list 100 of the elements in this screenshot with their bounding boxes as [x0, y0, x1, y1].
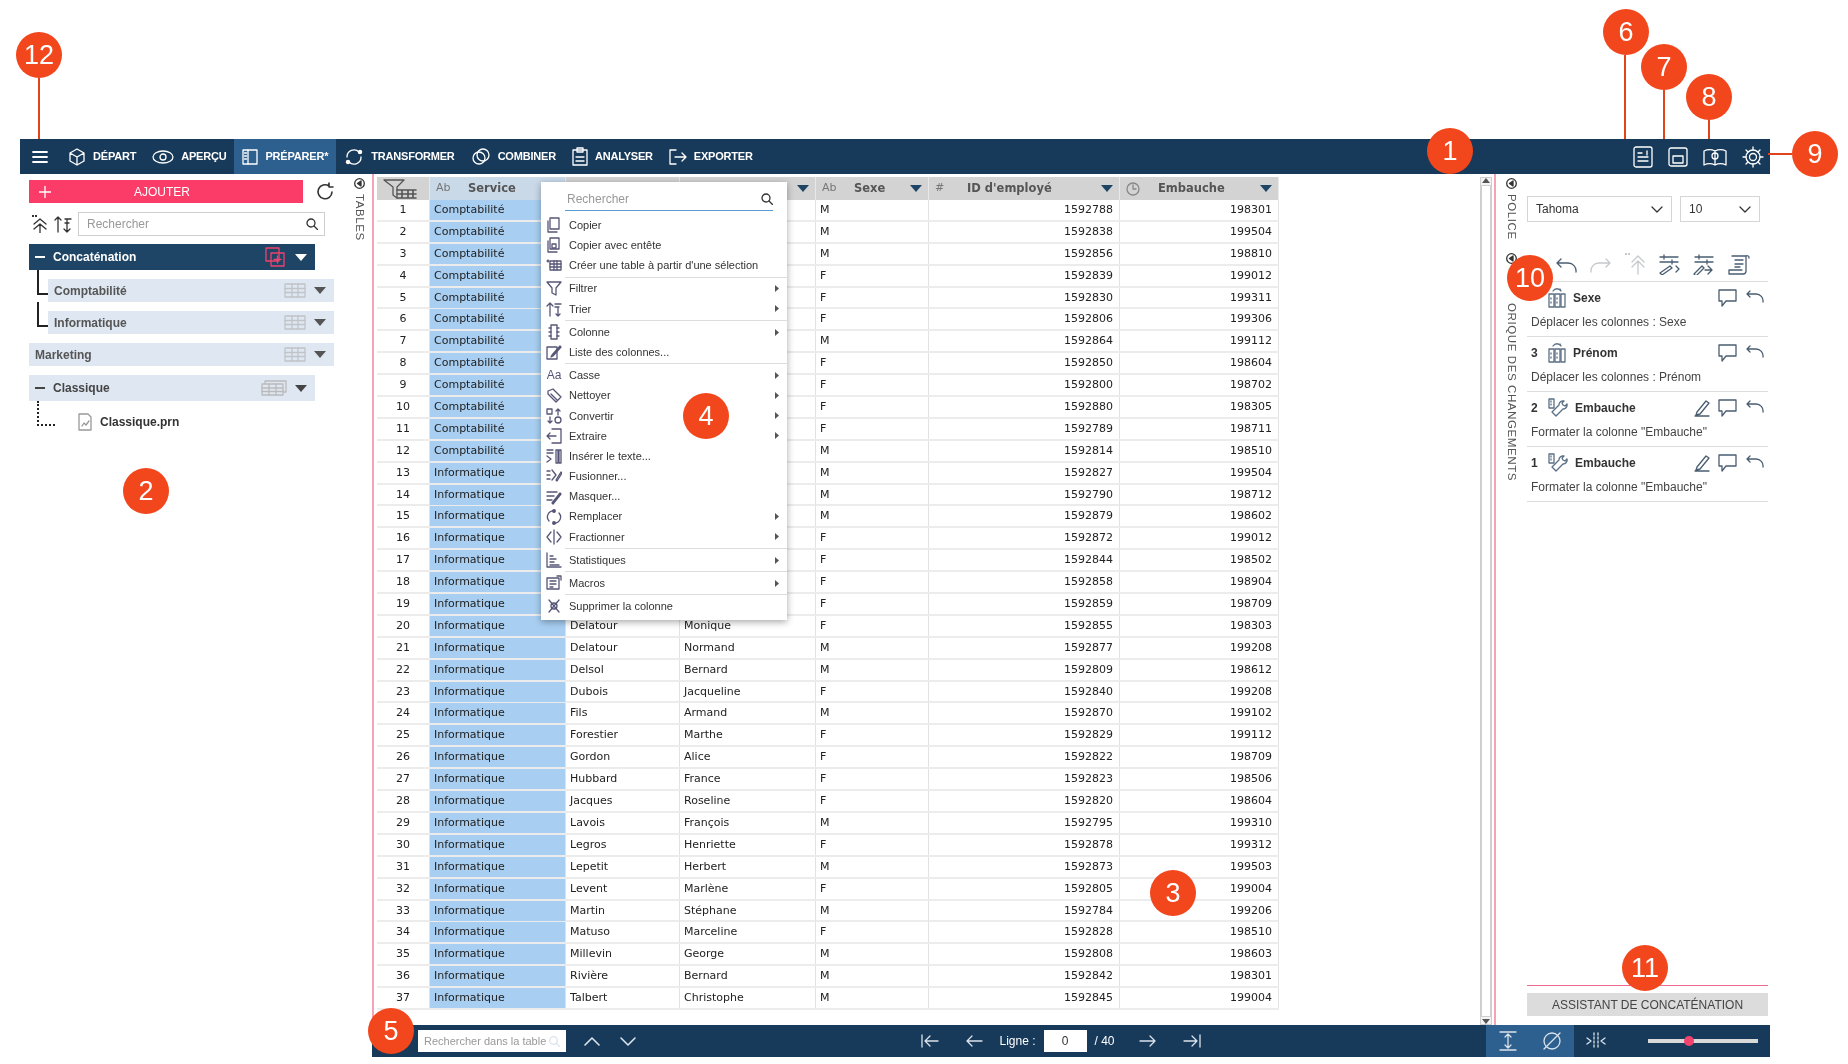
- slider-thumb[interactable]: [1683, 1036, 1694, 1046]
- table-cell: 1592879: [929, 506, 1120, 527]
- comment-icon[interactable]: [1718, 454, 1737, 472]
- table-cell: Normand: [680, 637, 816, 658]
- table-cell: 1592845: [929, 988, 1120, 1009]
- table-cell: 1592822: [929, 747, 1120, 768]
- size-select[interactable]: 10: [1680, 196, 1760, 222]
- table-cell: M: [816, 440, 929, 461]
- caret-icon[interactable]: [314, 287, 326, 294]
- nav-tab[interactable]: PRÉPARER*: [234, 139, 337, 174]
- nav-tab[interactable]: APERÇU: [144, 139, 235, 174]
- collapse-icon[interactable]: [354, 178, 365, 189]
- book-icon[interactable]: [1703, 146, 1727, 167]
- tree-item[interactable]: Comptabilité: [48, 279, 334, 302]
- window-icon[interactable]: [1668, 146, 1688, 167]
- font-select[interactable]: Tahoma: [1527, 196, 1672, 222]
- comment-icon[interactable]: [1718, 344, 1737, 362]
- column-header[interactable]: # ID d'employé: [929, 177, 1120, 200]
- sort-caret-icon[interactable]: [797, 185, 809, 192]
- sort-icon[interactable]: [54, 215, 72, 233]
- history-item[interactable]: 1 Embauche Formater la colonne "Embauche": [1527, 447, 1768, 502]
- history-item[interactable]: 3 Prénom Déplacer les colonnes : Prénom: [1527, 337, 1768, 392]
- history-title: Prénom: [1573, 345, 1619, 362]
- collapse-icon[interactable]: [1506, 252, 1517, 264]
- table-cell: Legros: [566, 834, 680, 855]
- search-box[interactable]: Rechercher dans la table: [418, 1030, 566, 1052]
- assistant-button[interactable]: ASSISTANT DE CONCATÉNATION: [1527, 993, 1768, 1016]
- refresh-icon[interactable]: [315, 181, 335, 202]
- chevron-down-icon[interactable]: [620, 1036, 636, 1046]
- caret-icon[interactable]: [295, 253, 307, 261]
- history-item[interactable]: 2 Embauche Formater la colonne "Embauche": [1527, 392, 1768, 447]
- step-number: 2: [1531, 400, 1539, 417]
- table-cell: Informatique: [430, 944, 566, 965]
- scroll-up-icon[interactable]: [1482, 178, 1490, 183]
- next-icon[interactable]: [1138, 1034, 1157, 1048]
- add-button[interactable]: AJOUTER: [29, 180, 303, 203]
- column-header[interactable]: Embauche: [1120, 177, 1279, 200]
- edit-settings-icon[interactable]: [1658, 253, 1680, 275]
- column-header[interactable]: Ab Sexe: [816, 177, 929, 200]
- sort-caret-icon[interactable]: [1260, 185, 1272, 192]
- search-field[interactable]: Rechercher: [565, 188, 761, 209]
- tree-item[interactable]: Concaténation: [29, 244, 315, 270]
- undo-icon[interactable]: [1745, 399, 1764, 413]
- first-page-icon[interactable]: [921, 1034, 940, 1048]
- tree-item[interactable]: Classique.prn: [48, 410, 334, 433]
- search-field[interactable]: Rechercher: [85, 214, 306, 234]
- sort-caret-icon[interactable]: [910, 185, 922, 192]
- sort-caret-icon[interactable]: [1101, 185, 1113, 192]
- search-box[interactable]: Rechercher: [78, 212, 325, 236]
- undo-icon[interactable]: [1745, 454, 1764, 468]
- caret-icon[interactable]: [295, 384, 307, 392]
- tree-item[interactable]: Classique: [29, 375, 315, 401]
- table-cell: 198604: [1120, 791, 1279, 812]
- table-cell: Informatique: [430, 988, 566, 1009]
- document-list-icon[interactable]: [1633, 145, 1653, 168]
- toggle-button[interactable]: [1530, 1025, 1574, 1057]
- nav-tab[interactable]: EXPORTER: [660, 139, 761, 174]
- undo-icon[interactable]: [1745, 344, 1764, 358]
- caret-icon[interactable]: [314, 351, 326, 358]
- table-cell: M: [816, 462, 929, 483]
- undo-icon[interactable]: [1745, 289, 1764, 303]
- pencil-icon[interactable]: [1694, 399, 1710, 417]
- comment-icon[interactable]: [1718, 399, 1737, 417]
- collapse-icon[interactable]: [1506, 178, 1517, 189]
- table-cell: Informatique: [430, 681, 566, 702]
- tree-connector: [37, 401, 55, 426]
- table-cell: 1592878: [929, 834, 1120, 855]
- search-box[interactable]: Rechercher: [565, 187, 773, 211]
- script-icon[interactable]: [1728, 253, 1750, 275]
- table-cell: M: [816, 331, 929, 352]
- comment-icon[interactable]: [1718, 289, 1737, 307]
- last-page-icon[interactable]: [1182, 1034, 1201, 1048]
- statistics-icon: [546, 552, 562, 569]
- convert-icon: [546, 407, 562, 424]
- collapse-all-icon[interactable]: [32, 215, 48, 233]
- scrollbar[interactable]: [1480, 177, 1492, 1025]
- table-cell: 1592829: [929, 725, 1120, 746]
- table-cell: F: [816, 309, 929, 330]
- caret-icon[interactable]: [314, 319, 326, 326]
- nav-tab[interactable]: ANALYSER: [563, 139, 661, 174]
- table-cell: François: [680, 812, 816, 833]
- table-cell: 199312: [1120, 834, 1279, 855]
- table-cell: Jacques: [566, 791, 680, 812]
- chevron-up-icon[interactable]: [584, 1036, 600, 1046]
- tree-item[interactable]: Marketing: [29, 343, 334, 366]
- pencil-icon[interactable]: [1694, 454, 1710, 472]
- settings-icon[interactable]: [1742, 145, 1764, 168]
- nav-tab[interactable]: DÉPART: [60, 139, 145, 174]
- panel-icon: [242, 148, 259, 165]
- line-input[interactable]: 0: [1043, 1030, 1087, 1052]
- callout-marker: 10: [1507, 255, 1553, 301]
- nav-tab[interactable]: TRANSFORMER: [336, 139, 463, 174]
- table-cell: Informatique: [430, 966, 566, 987]
- toggle-button[interactable]: [1486, 1025, 1530, 1057]
- nav-tab[interactable]: COMBINER: [462, 139, 564, 174]
- previous-icon[interactable]: [965, 1034, 984, 1048]
- table-cell: 1592806: [929, 309, 1120, 330]
- tree-item[interactable]: Informatique: [48, 311, 334, 334]
- search-field[interactable]: Rechercher dans la table: [422, 1031, 549, 1051]
- edit-settings-icon[interactable]: [1693, 253, 1715, 275]
